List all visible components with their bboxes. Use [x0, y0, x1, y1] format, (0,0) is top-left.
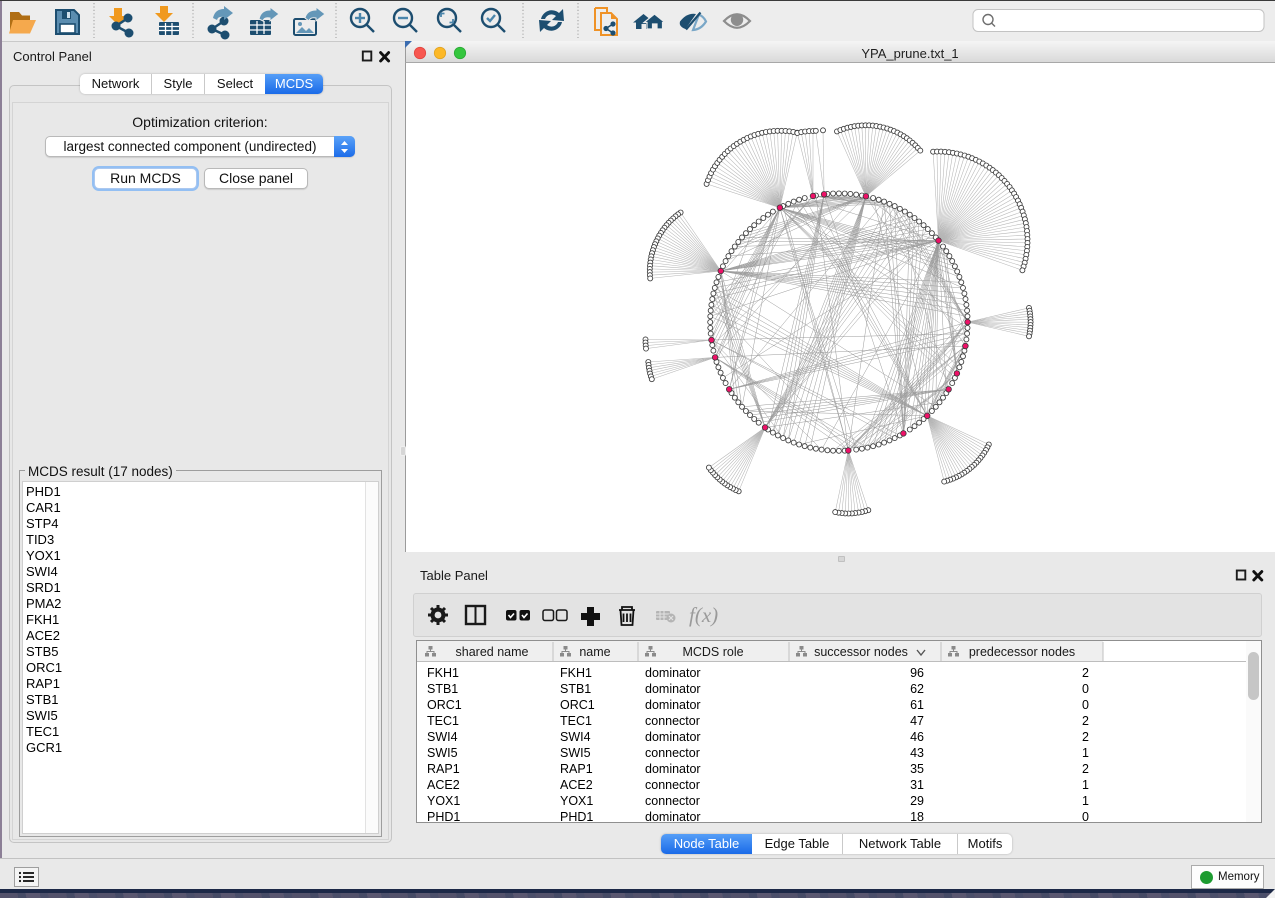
- svg-text:29: 29: [910, 794, 924, 808]
- svg-text:SWI5: SWI5: [427, 746, 458, 760]
- svg-text:0: 0: [1082, 698, 1089, 712]
- svg-text:dominator: dominator: [645, 762, 701, 776]
- svg-text:18: 18: [910, 810, 924, 822]
- svg-text:PHD1: PHD1: [560, 810, 593, 822]
- svg-text:ACE2: ACE2: [427, 778, 460, 792]
- svg-text:2: 2: [1082, 714, 1089, 728]
- svg-text:2: 2: [1082, 666, 1089, 680]
- svg-text:TEC1: TEC1: [560, 714, 592, 728]
- svg-text:RAP1: RAP1: [427, 762, 460, 776]
- svg-text:dominator: dominator: [645, 682, 701, 696]
- svg-text:STB1: STB1: [427, 682, 458, 696]
- svg-text:46: 46: [910, 730, 924, 744]
- svg-text:ACE2: ACE2: [560, 778, 593, 792]
- svg-text:47: 47: [910, 714, 924, 728]
- svg-text:96: 96: [910, 666, 924, 680]
- svg-text:TEC1: TEC1: [427, 714, 459, 728]
- svg-text:YOX1: YOX1: [560, 794, 593, 808]
- svg-text:SWI5: SWI5: [560, 746, 591, 760]
- svg-text:SWI4: SWI4: [560, 730, 591, 744]
- svg-text:SWI4: SWI4: [427, 730, 458, 744]
- svg-text:RAP1: RAP1: [560, 762, 593, 776]
- svg-text:2: 2: [1082, 730, 1089, 744]
- svg-text:successor nodes: successor nodes: [814, 645, 908, 659]
- svg-text:61: 61: [910, 698, 924, 712]
- svg-text:31: 31: [910, 778, 924, 792]
- svg-text:0: 0: [1082, 682, 1089, 696]
- svg-text:YOX1: YOX1: [427, 794, 460, 808]
- svg-text:dominator: dominator: [645, 698, 701, 712]
- svg-text:35: 35: [910, 762, 924, 776]
- svg-text:FKH1: FKH1: [560, 666, 592, 680]
- svg-text:dominator: dominator: [645, 810, 701, 822]
- svg-text:FKH1: FKH1: [427, 666, 459, 680]
- svg-text:f(x): f(x): [689, 603, 718, 627]
- svg-text:PHD1: PHD1: [427, 810, 460, 822]
- svg-text:predecessor nodes: predecessor nodes: [969, 645, 1075, 659]
- svg-text:dominator: dominator: [645, 730, 701, 744]
- svg-text:connector: connector: [645, 778, 700, 792]
- svg-text:STB1: STB1: [560, 682, 591, 696]
- svg-text:2: 2: [1082, 762, 1089, 776]
- svg-text:0: 0: [1082, 810, 1089, 822]
- svg-text:MCDS role: MCDS role: [682, 645, 743, 659]
- svg-text:dominator: dominator: [645, 666, 701, 680]
- svg-text:shared name: shared name: [456, 645, 529, 659]
- svg-text:62: 62: [910, 682, 924, 696]
- svg-text:43: 43: [910, 746, 924, 760]
- svg-text:name: name: [579, 645, 610, 659]
- svg-text:connector: connector: [645, 794, 700, 808]
- svg-text:connector: connector: [645, 714, 700, 728]
- svg-text:ORC1: ORC1: [560, 698, 595, 712]
- svg-text:ORC1: ORC1: [427, 698, 462, 712]
- svg-text:connector: connector: [645, 746, 700, 760]
- svg-text:1: 1: [1082, 794, 1089, 808]
- svg-text:1: 1: [1082, 778, 1089, 792]
- svg-text:1: 1: [1082, 746, 1089, 760]
